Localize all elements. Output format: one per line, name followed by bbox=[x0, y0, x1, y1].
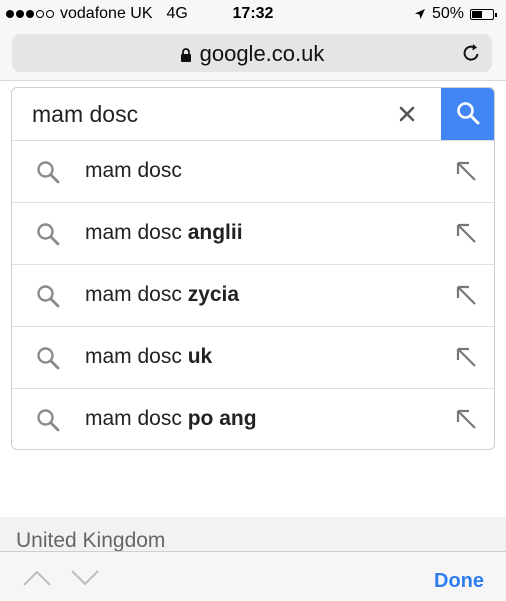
search-icon bbox=[37, 347, 60, 370]
search-icon bbox=[37, 161, 60, 184]
suggestion-prefix: mam dosc bbox=[85, 221, 182, 244]
suggestion-text: mam dosc anglii bbox=[85, 221, 243, 245]
location-arrow-icon bbox=[414, 9, 425, 19]
suggestion-prefix: mam dosc bbox=[85, 159, 182, 182]
reload-icon[interactable] bbox=[460, 42, 482, 64]
suggestion-item[interactable]: mam dosc anglii bbox=[12, 203, 494, 265]
address-bar[interactable]: google.co.uk bbox=[12, 34, 492, 72]
battery-icon bbox=[470, 8, 497, 20]
suggestion-text: mam dosc uk bbox=[85, 345, 212, 369]
search-row bbox=[12, 88, 494, 141]
suggestion-text: mam dosc zycia bbox=[85, 283, 239, 307]
region-footer: United Kingdom bbox=[0, 517, 506, 552]
status-bar: vodafone UK 4G 17:32 50% bbox=[0, 0, 506, 28]
suggestion-prefix: mam dosc bbox=[85, 345, 182, 368]
suggestion-text: mam dosc po ang bbox=[85, 407, 257, 431]
suggestion-completion: zycia bbox=[187, 283, 240, 306]
suggestion-item[interactable]: mam dosc bbox=[12, 141, 494, 203]
suggestion-completion: anglii bbox=[187, 221, 243, 244]
fill-query-arrow-icon[interactable] bbox=[454, 407, 478, 431]
browser-address-area: google.co.uk bbox=[0, 28, 506, 81]
search-button[interactable] bbox=[441, 88, 494, 140]
battery-fill bbox=[472, 10, 482, 18]
search-icon bbox=[457, 102, 480, 125]
search-icon bbox=[37, 223, 60, 246]
suggestion-prefix: mam dosc bbox=[85, 283, 182, 306]
suggestion-item[interactable]: mam dosc uk bbox=[12, 327, 494, 389]
status-right: 50% bbox=[414, 5, 497, 23]
suggestion-completion: po ang bbox=[187, 407, 257, 430]
suggestion-item[interactable]: mam dosc po ang bbox=[12, 389, 494, 449]
lock-icon bbox=[180, 48, 191, 62]
search-icon bbox=[37, 409, 60, 432]
region-label: United Kingdom bbox=[16, 529, 166, 552]
suggestion-item[interactable]: mam dosc zycia bbox=[12, 265, 494, 327]
keyboard-toolbar: Done bbox=[0, 551, 506, 601]
done-button[interactable]: Done bbox=[434, 570, 484, 593]
suggestion-text: mam dosc bbox=[85, 159, 182, 183]
fill-query-arrow-icon[interactable] bbox=[454, 283, 478, 307]
fill-query-arrow-icon[interactable] bbox=[454, 221, 478, 245]
battery-percent: 50% bbox=[431, 5, 464, 22]
chevron-down-icon[interactable] bbox=[70, 569, 100, 587]
close-icon[interactable] bbox=[397, 104, 417, 124]
suggestion-completion: uk bbox=[187, 345, 213, 368]
fill-query-arrow-icon[interactable] bbox=[454, 345, 478, 369]
search-icon bbox=[37, 285, 60, 308]
suggestion-prefix: mam dosc bbox=[85, 407, 182, 430]
url-text: google.co.uk bbox=[199, 41, 325, 66]
fill-query-arrow-icon[interactable] bbox=[454, 159, 478, 183]
search-input[interactable] bbox=[32, 97, 392, 131]
search-suggestions-panel: mam dosc mam dosc angliimam dosc zyciama… bbox=[11, 87, 495, 450]
chevron-up-icon[interactable] bbox=[22, 569, 52, 587]
